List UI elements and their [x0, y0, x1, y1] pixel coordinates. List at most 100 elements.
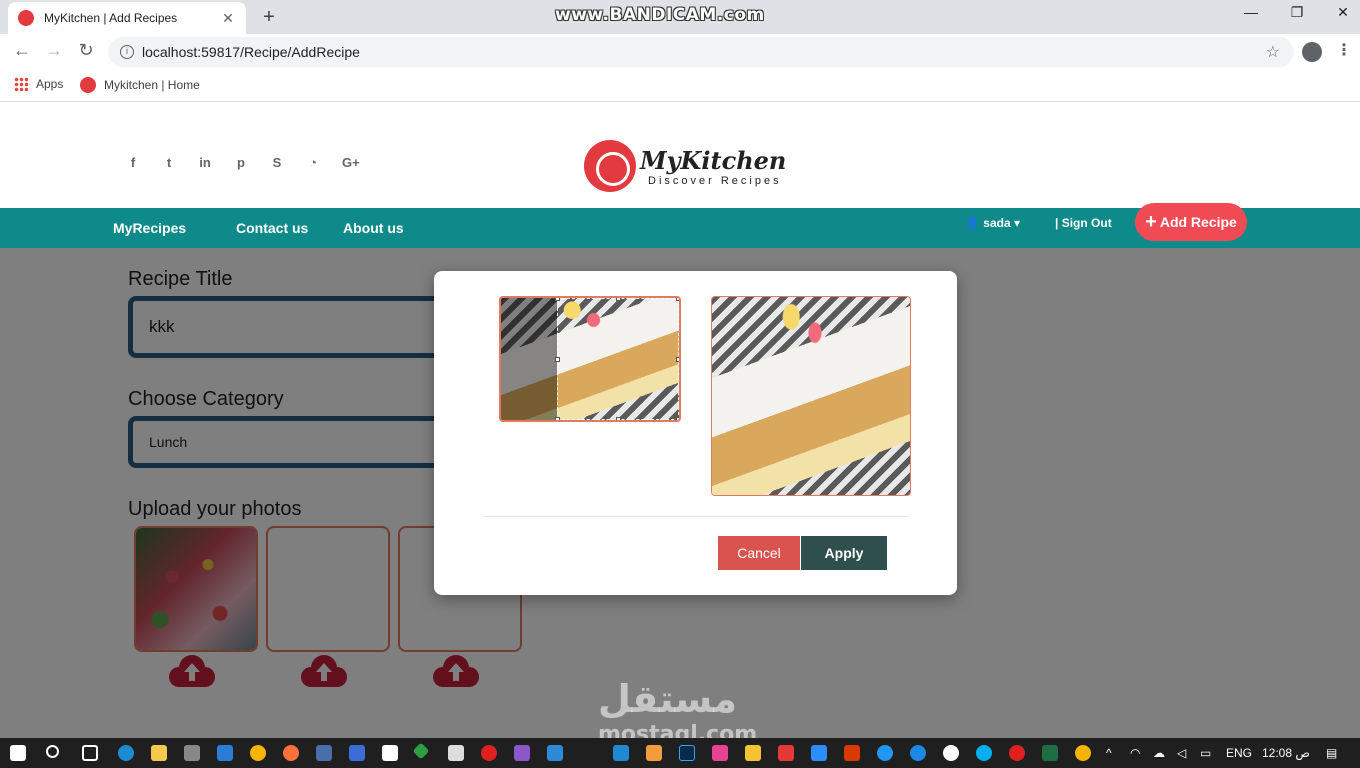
crop-handle[interactable]: [676, 357, 679, 362]
language-indicator[interactable]: ENG: [1226, 746, 1252, 760]
bookmark-mykitchen-home[interactable]: Mykitchen | Home: [80, 77, 200, 93]
back-icon[interactable]: ←: [10, 40, 34, 61]
reload-icon[interactable]: ↻: [74, 40, 98, 61]
site-favicon-icon: [18, 10, 34, 26]
app-icon[interactable]: [910, 745, 926, 761]
apply-button[interactable]: Apply: [801, 536, 887, 570]
tray-chevron-icon[interactable]: ^: [1106, 746, 1112, 760]
battery-icon[interactable]: ▭: [1200, 746, 1211, 760]
nav-my-recipes[interactable]: MyRecipes: [113, 220, 186, 236]
tab-close-icon[interactable]: ✕: [220, 10, 236, 27]
crop-handle[interactable]: [676, 298, 679, 301]
nav-contact[interactable]: Contact us: [236, 220, 308, 236]
bookmark-apps[interactable]: Apps: [14, 77, 63, 91]
photoshop-icon[interactable]: [679, 745, 695, 761]
rss-icon[interactable]: ◔: [306, 155, 320, 170]
minimize-button[interactable]: —: [1228, 4, 1274, 20]
chrome-active-icon[interactable]: [1075, 745, 1091, 761]
crop-preview: [711, 296, 911, 496]
windows-taskbar: ^ ◠ ☁ ◁ ▭ ENG ص 12:08 ▤: [0, 738, 1360, 768]
browser-menu-icon[interactable]: ⋮: [1336, 40, 1352, 60]
google-plus-icon[interactable]: G+: [342, 155, 360, 170]
app-icon[interactable]: [745, 745, 761, 761]
edge-icon[interactable]: [118, 745, 134, 761]
sign-out-label: Sign Out: [1061, 216, 1112, 230]
site-favicon-icon: [80, 77, 96, 93]
crop-area[interactable]: [499, 296, 681, 422]
crop-handle[interactable]: [616, 417, 621, 420]
caret-down-icon: ▾: [1010, 216, 1020, 230]
crop-mask: [501, 298, 557, 420]
browser-toolbar: ← → ↻ i localhost:59817/Recipe/AddRecipe…: [0, 34, 1360, 70]
visual-studio-icon[interactable]: [514, 745, 530, 761]
search-icon[interactable]: [46, 745, 59, 758]
record-icon[interactable]: [1009, 745, 1025, 761]
clock[interactable]: ص 12:08: [1262, 746, 1310, 760]
browser-tab-strip: MyKitchen | Add Recipes ✕ + www.BANDICAM…: [0, 0, 1360, 34]
crop-handle[interactable]: [616, 298, 621, 301]
crop-selection[interactable]: [555, 298, 679, 420]
word-icon[interactable]: [382, 745, 398, 761]
app-icon[interactable]: [712, 745, 728, 761]
facebook-icon[interactable]: f: [126, 155, 140, 170]
user-menu[interactable]: 👤 sada ▾: [965, 216, 1020, 230]
crop-handle[interactable]: [555, 298, 560, 301]
plus-icon: +: [1145, 210, 1157, 233]
start-icon[interactable]: [10, 745, 26, 761]
nav-about[interactable]: About us: [343, 220, 404, 236]
cloud-icon[interactable]: ☁: [1153, 746, 1165, 760]
excel-icon[interactable]: [1042, 745, 1058, 761]
app-icon[interactable]: [943, 745, 959, 761]
add-recipe-button[interactable]: + Add Recipe: [1135, 203, 1247, 241]
user-icon: 👤: [965, 216, 984, 230]
tab-title: MyKitchen | Add Recipes: [44, 11, 178, 25]
app-icon[interactable]: [412, 742, 430, 760]
crop-handle[interactable]: [555, 357, 560, 362]
volume-icon[interactable]: ◁: [1177, 746, 1186, 760]
skype-taskbar-icon[interactable]: [976, 745, 992, 761]
bookmark-star-icon[interactable]: ☆: [1266, 42, 1280, 62]
profile-avatar-icon[interactable]: [1302, 42, 1322, 62]
site-info-icon[interactable]: i: [120, 45, 134, 59]
teamviewer-icon[interactable]: [877, 745, 893, 761]
address-bar[interactable]: i localhost:59817/Recipe/AddRecipe ☆: [108, 37, 1294, 67]
app-icon[interactable]: [547, 745, 563, 761]
notifications-icon[interactable]: ▤: [1326, 746, 1337, 760]
zoom-icon[interactable]: [811, 745, 827, 761]
site-logo[interactable]: MyKitchen Discover Recipes: [584, 140, 786, 192]
sign-out-link[interactable]: | Sign Out: [1055, 216, 1112, 230]
add-recipe-label: Add Recipe: [1159, 214, 1237, 230]
restore-button[interactable]: ❐: [1274, 4, 1320, 21]
bookmark-label: Apps: [36, 77, 64, 91]
notepad-icon[interactable]: [349, 745, 365, 761]
forward-icon[interactable]: →: [42, 40, 66, 61]
logo-brand: MyKitchen: [640, 145, 787, 175]
crop-handle[interactable]: [676, 417, 679, 420]
office-icon[interactable]: [844, 745, 860, 761]
task-view-icon[interactable]: [82, 745, 98, 761]
cancel-button[interactable]: Cancel: [718, 536, 800, 570]
logo-mark-icon: [584, 140, 636, 192]
computer-icon[interactable]: [316, 745, 332, 761]
firefox-icon[interactable]: [283, 745, 299, 761]
browser-tab[interactable]: MyKitchen | Add Recipes ✕: [8, 2, 246, 34]
app-icon[interactable]: [448, 745, 464, 761]
new-tab-button[interactable]: +: [258, 6, 280, 29]
close-window-button[interactable]: ✕: [1320, 4, 1360, 21]
vscode-icon[interactable]: [613, 745, 629, 761]
user-name: sada: [983, 216, 1011, 230]
opera-icon[interactable]: [481, 745, 497, 761]
file-explorer-icon[interactable]: [151, 745, 167, 761]
pinterest-icon[interactable]: p: [234, 155, 248, 170]
modal-divider: [484, 516, 908, 517]
chrome-icon[interactable]: [250, 745, 266, 761]
skype-icon[interactable]: S: [270, 155, 284, 170]
mail-icon[interactable]: [217, 745, 233, 761]
app-icon[interactable]: [646, 745, 662, 761]
wifi-icon[interactable]: ◠: [1130, 746, 1140, 760]
store-icon[interactable]: [184, 745, 200, 761]
crop-handle[interactable]: [555, 417, 560, 420]
twitter-icon[interactable]: t: [162, 155, 176, 170]
linkedin-icon[interactable]: in: [198, 155, 212, 170]
app-icon[interactable]: [778, 745, 794, 761]
